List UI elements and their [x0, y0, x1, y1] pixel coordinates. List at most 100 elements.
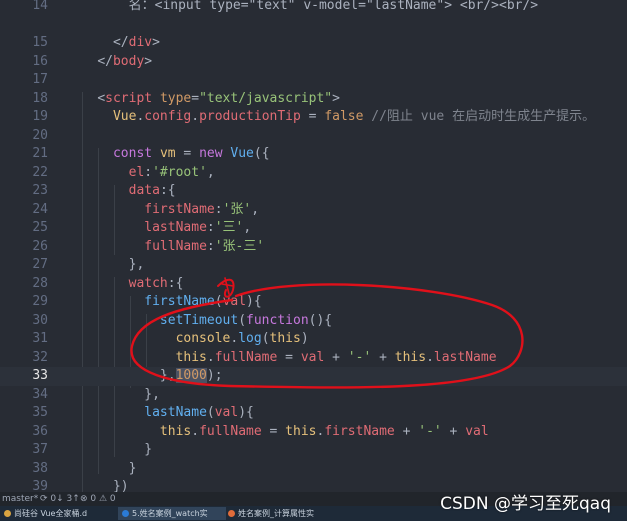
git-branch[interactable]: master* — [2, 492, 38, 506]
code-line[interactable]: 28 watch:{ — [0, 275, 627, 294]
line-code: console.log(this) — [66, 330, 309, 349]
code-token: . — [426, 349, 434, 365]
line-code: } — [66, 460, 137, 479]
code-token: this — [285, 423, 317, 439]
code-token: ) — [300, 331, 309, 346]
code-token: lastName — [144, 405, 207, 420]
line-code: watch:{ — [66, 275, 184, 294]
code-line[interactable]: 14 名：<input type="text" v-model="lastNam… — [0, 0, 627, 16]
line-code: },1000); — [66, 367, 223, 386]
code-line[interactable]: 16 </body> — [0, 53, 627, 72]
code-token: function — [246, 312, 309, 328]
code-line[interactable]: 18 <script type="text/javascript"> — [0, 90, 627, 109]
code-token: log — [238, 331, 262, 346]
code-line[interactable]: 19 Vue.config.productionTip = false //阻止… — [0, 108, 627, 127]
code-token: "text/javascript" — [199, 90, 333, 106]
line-code: } — [66, 441, 152, 460]
line-code: Vue.config.productionTip = false //阻止 vu… — [66, 108, 595, 127]
code-token: : — [206, 220, 215, 235]
code-token: } — [128, 460, 137, 476]
code-line[interactable]: 32 this.fullName = val + '-' + this.last… — [0, 349, 627, 368]
taskbar-item-label: 5.姓名案例_watch实 — [132, 509, 208, 518]
code-token: } — [144, 442, 153, 457]
code-line[interactable]: 25 lastName:'三', — [0, 219, 627, 238]
code-token: 名：<input type="text" v-model="lastName">… — [128, 0, 539, 13]
code-token: ){ — [238, 405, 254, 420]
code-token: :{ — [159, 183, 176, 198]
taskbar-item-label: 姓名案例_计算属性实 — [238, 509, 314, 518]
code-line[interactable]: 23 data:{ — [0, 182, 627, 201]
code-token: , — [243, 220, 252, 235]
code-token: watch — [128, 275, 168, 291]
code-line[interactable]: 29 firstName(val){ — [0, 293, 627, 312]
code-line[interactable]: 21 const vm = new Vue({ — [0, 145, 627, 164]
code-token: fullName — [199, 423, 262, 439]
app-icon — [4, 510, 11, 517]
code-token: '张' — [222, 201, 252, 217]
code-token: lastName — [144, 220, 207, 235]
line-code: const vm = new Vue({ — [66, 145, 270, 164]
code-line[interactable]: 31 console.log(this) — [0, 330, 627, 349]
code-token: ( — [214, 294, 223, 309]
sync-status[interactable]: ⟳ 0↓ 3↑ — [40, 492, 80, 506]
taskbar-item-1[interactable]: 5.姓名案例_watch实 — [118, 507, 226, 520]
code-line[interactable]: 27 }, — [0, 256, 627, 275]
code-line[interactable]: 15 </div> — [0, 34, 627, 53]
code-token: (){ — [308, 312, 333, 328]
code-token: this — [269, 331, 301, 346]
code-token: val — [214, 405, 239, 420]
code-line[interactable]: 35 lastName(val){ — [0, 404, 627, 423]
code-token: body — [112, 53, 145, 69]
code-token: = — [261, 423, 286, 439]
code-editor[interactable]: 14 名：<input type="text" v-model="lastNam… — [0, 0, 627, 492]
code-line[interactable]: 24 firstName:'张', — [0, 201, 627, 220]
line-number: 21 — [32, 146, 48, 161]
code-token: this — [394, 349, 427, 365]
code-line[interactable]: 33 },1000); — [0, 367, 627, 386]
code-token: data — [128, 183, 160, 198]
code-token: config — [144, 109, 192, 124]
code-line[interactable]: 38 } — [0, 460, 627, 479]
line-number: 19 — [32, 109, 48, 124]
code-token: vm — [159, 146, 176, 161]
code-line[interactable]: 30 setTimeout(function(){ — [0, 312, 627, 331]
code-line[interactable]: 36 this.fullName = this.firstName + '-' … — [0, 423, 627, 442]
code-line[interactable]: 17 — [0, 71, 627, 90]
line-number: 23 — [32, 183, 48, 198]
code-token: false — [324, 109, 364, 124]
code-line[interactable]: 26 fullName:'张-三' — [0, 238, 627, 257]
code-token: }, — [159, 368, 176, 383]
code-token: this — [159, 423, 192, 439]
line-number: 35 — [32, 405, 48, 420]
code-token: = — [175, 146, 200, 161]
code-token: = — [277, 349, 301, 365]
code-token: + — [324, 349, 348, 365]
code-line[interactable]: 22 el:'#root', — [0, 164, 627, 183]
taskbar-item-0[interactable]: 尚硅谷 Vue全家桶.d — [0, 507, 120, 520]
line-number: 37 — [32, 442, 48, 457]
line-code: }, — [66, 256, 145, 275]
line-number: 39 — [32, 479, 48, 492]
line-code: }) — [66, 478, 129, 492]
code-line[interactable]: 20 — [0, 127, 627, 146]
code-token: val — [222, 294, 247, 309]
browser-icon — [228, 510, 235, 517]
problems-indicator[interactable]: ⊗ 0 ⚠ 0 — [80, 492, 116, 506]
line-code: el:'#root', — [66, 164, 215, 183]
code-line[interactable]: 34 }, — [0, 386, 627, 405]
code-line[interactable]: 37 } — [0, 441, 627, 460]
line-number: 38 — [32, 460, 48, 476]
taskbar-item-2[interactable]: 姓名案例_计算属性实 — [224, 507, 342, 520]
line-number: 25 — [32, 220, 48, 235]
line-number: 33 — [32, 368, 48, 383]
line-number: 16 — [32, 53, 48, 69]
code-line[interactable] — [0, 16, 627, 35]
